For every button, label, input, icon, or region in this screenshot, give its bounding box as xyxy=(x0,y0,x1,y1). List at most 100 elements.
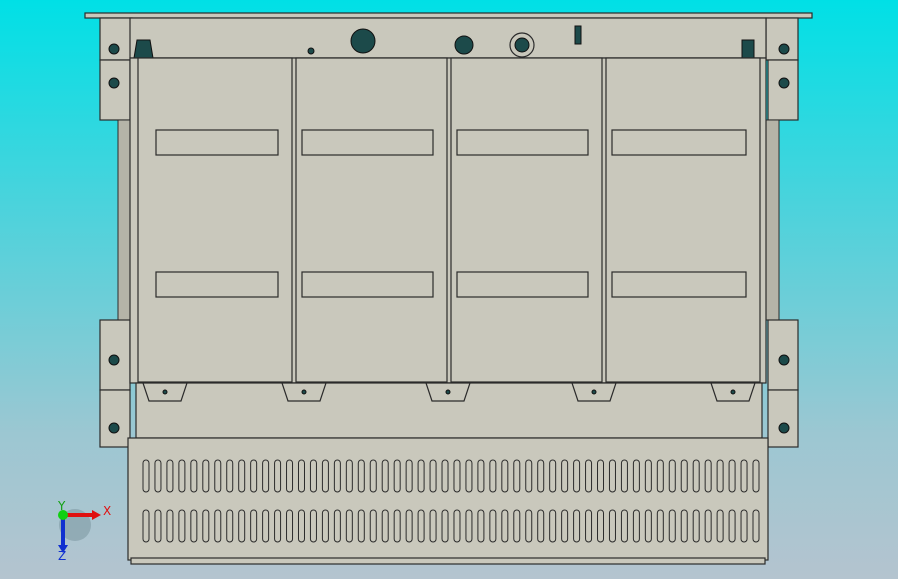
right-bracket-bottom xyxy=(767,389,799,448)
vent-slot xyxy=(274,459,282,493)
vent-slot xyxy=(537,459,545,493)
vent-slot xyxy=(704,459,712,493)
vent-slot xyxy=(513,459,521,493)
vent-slot xyxy=(393,509,401,543)
label-slot xyxy=(155,129,279,156)
z-axis-label: Z xyxy=(58,549,66,563)
vent-slot xyxy=(190,509,198,543)
top-flange xyxy=(84,12,813,19)
vent-slot xyxy=(202,459,210,493)
vent-slot xyxy=(573,509,581,543)
vent-slot xyxy=(704,509,712,543)
vent-slot xyxy=(680,509,688,543)
vent-slot xyxy=(716,509,724,543)
vent-slot xyxy=(549,509,557,543)
vent-slot xyxy=(656,509,664,543)
left-bracket xyxy=(99,59,131,121)
axis-triad: X Y Z xyxy=(57,499,111,563)
vent-slot xyxy=(214,459,222,493)
vent-slot xyxy=(525,459,533,493)
vent-slot xyxy=(286,459,294,493)
vent-slot xyxy=(632,509,640,543)
vent-slot xyxy=(238,509,246,543)
vent-slot xyxy=(441,509,449,543)
vent-slot xyxy=(585,459,593,493)
vent-slot xyxy=(405,509,413,543)
right-bracket xyxy=(767,59,799,121)
bottom-lip xyxy=(130,557,766,565)
vent-slot xyxy=(178,459,186,493)
vent-slot xyxy=(297,459,305,493)
vent-slot xyxy=(501,509,509,543)
vent-slot xyxy=(429,459,437,493)
vent-slot xyxy=(309,459,317,493)
latch xyxy=(133,39,154,59)
vent-slot xyxy=(321,509,329,543)
vent-slot xyxy=(477,509,485,543)
vent-slot xyxy=(238,459,246,493)
vent-slot xyxy=(513,509,521,543)
vent-slot xyxy=(740,509,748,543)
vent-slot xyxy=(202,509,210,543)
vent-slot xyxy=(680,459,688,493)
vent-slot xyxy=(226,509,234,543)
vent-slot xyxy=(692,459,700,493)
vent-slot xyxy=(166,459,174,493)
vent-slot xyxy=(226,459,234,493)
front-panel xyxy=(450,57,603,383)
front-panel xyxy=(295,57,448,383)
vent-slot xyxy=(537,509,545,543)
vent-slot xyxy=(321,459,329,493)
vent-slot xyxy=(489,459,497,493)
x-axis-label: X xyxy=(103,504,111,518)
vent-slot xyxy=(345,509,353,543)
vent-slot xyxy=(716,459,724,493)
vent-slot xyxy=(561,459,569,493)
vent-slot xyxy=(608,509,616,543)
vent-slot xyxy=(250,459,258,493)
vent-slot xyxy=(262,509,270,543)
vent-slot xyxy=(333,509,341,543)
vent-slot xyxy=(262,459,270,493)
vent-slot xyxy=(656,459,664,493)
cad-viewport[interactable]: X Y Z xyxy=(0,0,898,579)
vent-slot xyxy=(501,459,509,493)
vent-slot xyxy=(465,459,473,493)
vent-slot xyxy=(178,509,186,543)
vent-slot xyxy=(549,459,557,493)
vent-slot xyxy=(214,509,222,543)
vent-slot xyxy=(381,509,389,543)
cable-hole xyxy=(350,28,376,54)
vent-slot xyxy=(620,509,628,543)
vent-slot xyxy=(728,459,736,493)
right-rail xyxy=(764,119,780,321)
vent-slot xyxy=(142,509,150,543)
vent-slot xyxy=(357,509,365,543)
label-slot xyxy=(155,271,279,298)
label-slot xyxy=(611,129,747,156)
vent-slot xyxy=(597,459,605,493)
vent-slot xyxy=(309,509,317,543)
cabinet-model xyxy=(84,12,813,565)
vent-slot xyxy=(477,459,485,493)
vent-slot xyxy=(561,509,569,543)
vent-slot xyxy=(369,509,377,543)
vent-slot xyxy=(154,509,162,543)
vent-slot xyxy=(393,459,401,493)
front-panel xyxy=(137,57,293,383)
vent-slot xyxy=(429,509,437,543)
vent-slot xyxy=(453,509,461,543)
vent-slot xyxy=(632,459,640,493)
vent-slot xyxy=(441,459,449,493)
vent-slot xyxy=(405,459,413,493)
vent-slot xyxy=(585,509,593,543)
vent-slot xyxy=(381,459,389,493)
vent-slot xyxy=(274,509,282,543)
vent-slot xyxy=(369,459,377,493)
vent-slot xyxy=(250,509,258,543)
vent-slot xyxy=(465,509,473,543)
vent-slot xyxy=(668,509,676,543)
vent-slot xyxy=(752,509,760,543)
vent-slot xyxy=(489,509,497,543)
vent-slot xyxy=(142,459,150,493)
